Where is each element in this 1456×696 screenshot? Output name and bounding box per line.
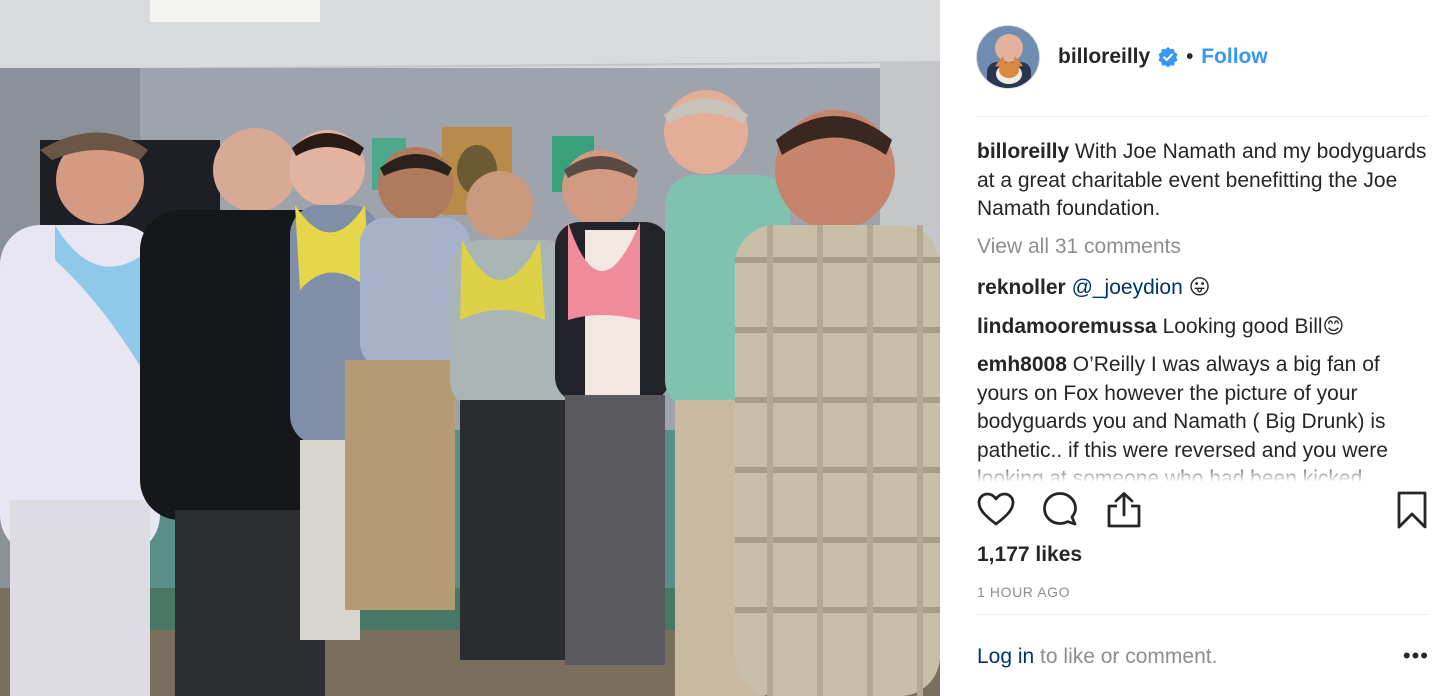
comments-list: reknoller @_joeydion 😛 lindamooremussa L… bbox=[977, 274, 1427, 482]
more-options-icon[interactable]: ••• bbox=[1403, 643, 1429, 669]
comment-item: lindamooremussa Looking good Bill😊 bbox=[977, 313, 1427, 342]
comment-mention[interactable]: @_joeydion bbox=[1072, 276, 1183, 299]
post-username[interactable]: billoreilly bbox=[1058, 45, 1150, 69]
login-link[interactable]: Log in bbox=[977, 645, 1034, 668]
group-photo-illustration bbox=[0, 0, 940, 696]
comment-username[interactable]: emh8008 bbox=[977, 353, 1067, 376]
comment-item: reknoller @_joeydion 😛 bbox=[977, 274, 1427, 303]
share-icon[interactable] bbox=[1104, 490, 1144, 530]
comment-bubble-icon[interactable] bbox=[1040, 490, 1080, 530]
post-sidebar: billoreilly • Follow billoreilly With Jo… bbox=[940, 0, 1456, 696]
header-divider bbox=[976, 116, 1428, 117]
follow-button[interactable]: Follow bbox=[1201, 45, 1268, 69]
login-prompt-text: to like or comment. bbox=[1034, 645, 1218, 668]
verified-badge-icon bbox=[1158, 47, 1178, 68]
action-bar bbox=[976, 490, 1428, 534]
comment-username[interactable]: reknoller bbox=[977, 276, 1066, 299]
post-header: billoreilly • Follow bbox=[976, 22, 1428, 92]
post-photo[interactable] bbox=[0, 0, 940, 696]
comment-emoji: 😛 bbox=[1188, 276, 1211, 299]
avatar-image bbox=[977, 26, 1039, 88]
footer-divider bbox=[976, 614, 1428, 615]
post-caption: billoreilly With Joe Namath and my bodyg… bbox=[977, 138, 1427, 224]
comment-text: Looking good Bill bbox=[1162, 314, 1323, 338]
heart-icon[interactable] bbox=[976, 490, 1016, 530]
bookmark-icon[interactable] bbox=[1392, 490, 1432, 530]
comments-fade bbox=[977, 462, 1427, 482]
avatar[interactable] bbox=[976, 25, 1040, 89]
separator-dot: • bbox=[1186, 45, 1194, 68]
caption-username[interactable]: billoreilly bbox=[977, 140, 1069, 163]
post-timestamp[interactable]: 1 HOUR AGO bbox=[977, 584, 1070, 600]
login-prompt: Log in to like or comment. ••• bbox=[977, 643, 1429, 669]
likes-count[interactable]: 1,177 likes bbox=[977, 543, 1082, 567]
view-all-comments-link[interactable]: View all 31 comments bbox=[977, 235, 1181, 259]
comment-username[interactable]: lindamooremussa bbox=[977, 315, 1157, 338]
comment-emoji: 😊 bbox=[1322, 314, 1345, 338]
